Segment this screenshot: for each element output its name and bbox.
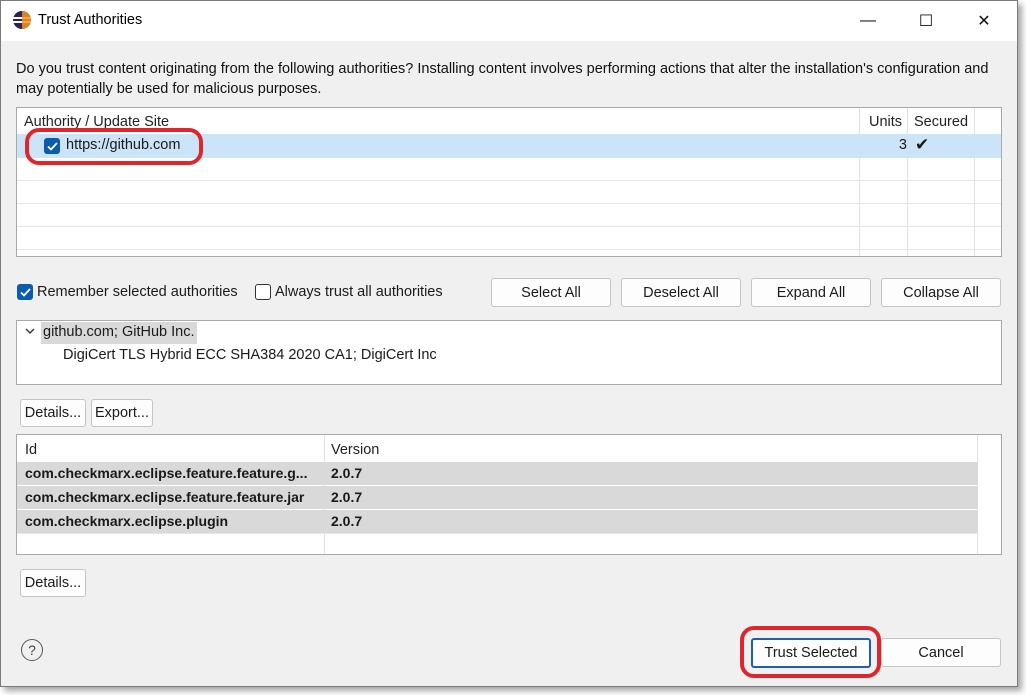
- row-divider: [17, 226, 1001, 227]
- close-button[interactable]: ✕: [969, 9, 999, 33]
- row-divider: [17, 180, 1001, 181]
- remember-checkbox[interactable]: [17, 284, 33, 300]
- tree-root-item[interactable]: github.com; GitHub Inc.: [41, 322, 197, 344]
- tree-child-item[interactable]: DigiCert TLS Hybrid ECC SHA384 2020 CA1;…: [63, 347, 437, 363]
- highlight-annotation: [740, 626, 881, 678]
- expand-all-button[interactable]: Expand All: [751, 278, 871, 307]
- certificate-tree[interactable]: github.com; GitHub Inc. DigiCert TLS Hyb…: [16, 320, 1002, 385]
- column-header-id[interactable]: Id: [25, 442, 37, 458]
- eclipse-icon: [12, 10, 32, 30]
- deselect-all-button[interactable]: Deselect All: [621, 278, 741, 307]
- trust-description: Do you trust content originating from th…: [16, 61, 989, 97]
- secured-check-icon: ✔: [915, 135, 930, 154]
- always-trust-label[interactable]: Always trust all authorities: [275, 284, 443, 300]
- remember-label[interactable]: Remember selected authorities: [37, 284, 238, 300]
- title-bar: Trust Authorities — ☐ ✕: [1, 1, 1017, 41]
- cancel-button[interactable]: Cancel: [881, 638, 1001, 667]
- select-all-button[interactable]: Select All: [491, 278, 611, 307]
- row-divider: [17, 533, 978, 534]
- highlight-annotation: [25, 128, 203, 165]
- maximize-button[interactable]: ☐: [911, 9, 941, 33]
- always-trust-checkbox[interactable]: [255, 284, 271, 300]
- column-divider: [859, 108, 860, 256]
- units-table[interactable]: Id Version com.checkmarx.eclipse.feature…: [16, 434, 1002, 555]
- help-icon[interactable]: ?: [21, 639, 43, 661]
- table-row[interactable]: com.checkmarx.eclipse.feature.feature.g.…: [17, 462, 978, 485]
- column-header-version[interactable]: Version: [331, 442, 379, 458]
- column-header-units[interactable]: Units: [869, 114, 902, 130]
- authority-units-value: 3: [898, 137, 907, 153]
- trust-authorities-dialog: Trust Authorities — ☐ ✕ Do you trust con…: [0, 0, 1018, 687]
- chevron-down-icon[interactable]: [24, 325, 36, 340]
- details-button-units[interactable]: Details...: [20, 569, 86, 597]
- unit-id: com.checkmarx.eclipse.plugin: [25, 513, 229, 529]
- window-title: Trust Authorities: [38, 12, 143, 28]
- table-row[interactable]: com.checkmarx.eclipse.plugin 2.0.7: [17, 510, 978, 533]
- unit-id: com.checkmarx.eclipse.feature.feature.g.…: [25, 465, 308, 481]
- export-button[interactable]: Export...: [91, 399, 153, 427]
- details-button[interactable]: Details...: [20, 399, 86, 427]
- unit-version: 2.0.7: [331, 465, 363, 481]
- unit-id: com.checkmarx.eclipse.feature.feature.ja…: [25, 489, 305, 505]
- row-divider: [17, 249, 1001, 250]
- collapse-all-button[interactable]: Collapse All: [881, 278, 1001, 307]
- column-divider: [907, 108, 908, 256]
- minimize-button[interactable]: —: [853, 9, 883, 33]
- unit-version: 2.0.7: [331, 489, 363, 505]
- table-row[interactable]: com.checkmarx.eclipse.feature.feature.ja…: [17, 486, 978, 509]
- unit-version: 2.0.7: [331, 513, 363, 529]
- column-divider: [974, 108, 975, 256]
- column-header-secured[interactable]: Secured: [914, 114, 968, 130]
- row-divider: [17, 203, 1001, 204]
